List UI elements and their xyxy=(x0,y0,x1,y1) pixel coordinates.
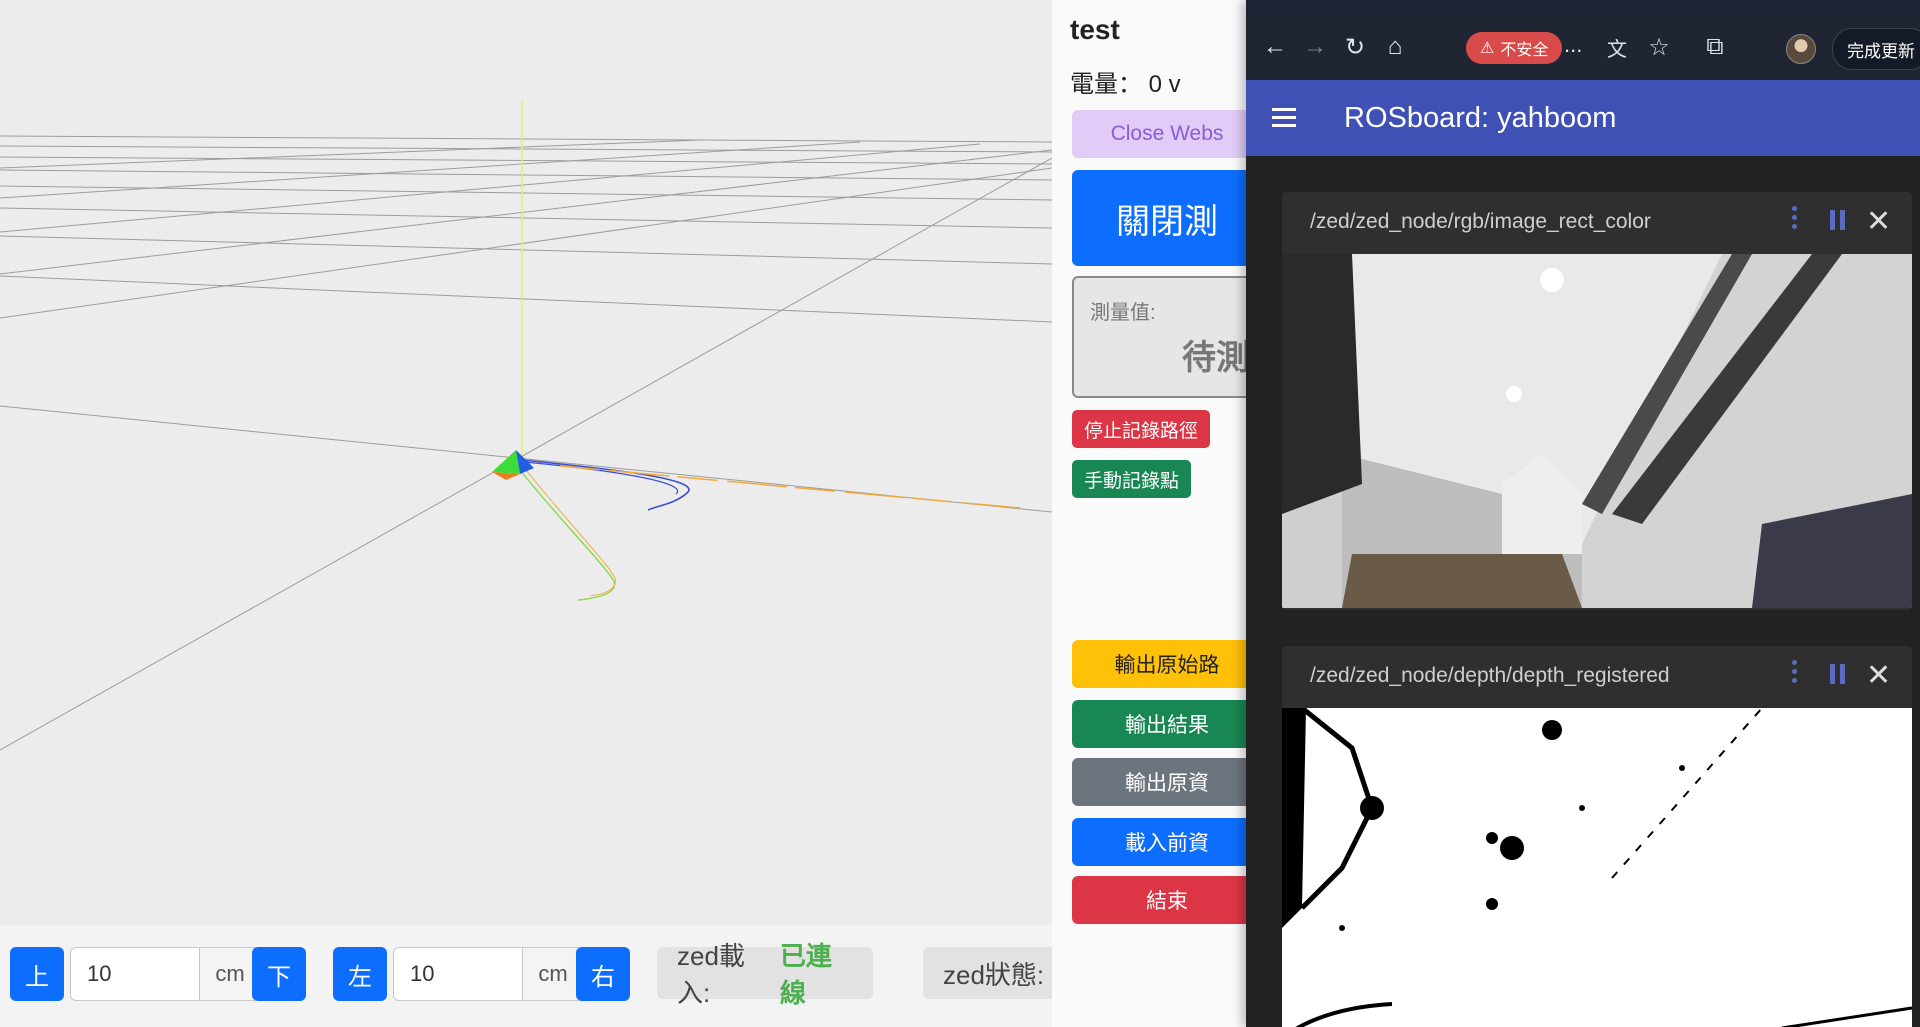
hamburger-menu-icon[interactable] xyxy=(1272,108,1296,128)
load-previous-data-button[interactable]: 載入前資 xyxy=(1072,818,1262,866)
depth-camera-image xyxy=(1282,708,1912,1027)
3d-viewport[interactable] xyxy=(0,0,1052,925)
card-menu-icon[interactable] xyxy=(1790,660,1800,686)
export-raw-path-button[interactable]: 輸出原始路 xyxy=(1072,640,1262,688)
vertical-step-unit: cm xyxy=(200,948,260,1000)
zed-load-status: zed載入: 已連線 xyxy=(657,941,873,1008)
zed-state-label: zed狀態: xyxy=(943,959,1045,990)
trajectory-orange xyxy=(559,465,1021,509)
rosboard-title: ROSboard: yahboom xyxy=(1344,102,1617,134)
export-result-button[interactable]: 輸出結果 xyxy=(1072,700,1262,748)
warning-icon: ⚠ xyxy=(1480,40,1495,57)
forward-icon[interactable]: → xyxy=(1298,30,1332,64)
extensions-icon[interactable]: ⧉ xyxy=(1698,30,1732,64)
insecure-label: 不安全 xyxy=(1500,42,1549,59)
zed-load-label: zed載入: xyxy=(677,941,745,1008)
horizontal-step-input-group: 10 cm xyxy=(393,947,584,1001)
panel-title: test xyxy=(1070,14,1120,45)
vertical-step-input[interactable]: 10 xyxy=(71,948,200,1000)
rgb-camera-image xyxy=(1282,254,1912,608)
translate-icon[interactable]: 文 xyxy=(1600,30,1634,64)
browser-window: ← → ↻ ⌂ ⚠ 不安全 ... 文 ☆ ⧉ 完成更新 ROSboard: y… xyxy=(1246,0,1920,1027)
move-left-button[interactable]: 左 xyxy=(333,947,387,1001)
close-icon[interactable]: ✕ xyxy=(1866,204,1891,239)
topic-card-rgb: /zed/zed_node/rgb/image_rect_color ✕ xyxy=(1282,192,1912,610)
update-button[interactable]: 完成更新 xyxy=(1832,28,1920,70)
insecure-site-chip[interactable]: ⚠ 不安全 xyxy=(1466,32,1563,64)
home-icon[interactable]: ⌂ xyxy=(1378,30,1412,64)
pause-icon[interactable] xyxy=(1830,664,1846,684)
close-websocket-button[interactable]: Close Webs xyxy=(1072,110,1262,158)
ground-grid xyxy=(0,135,1052,751)
pause-icon[interactable] xyxy=(1830,210,1846,230)
close-icon[interactable]: ✕ xyxy=(1866,658,1891,693)
url-more[interactable]: ... xyxy=(1564,32,1582,58)
trajectory-green xyxy=(519,469,616,601)
close-measure-button[interactable]: 關閉測 xyxy=(1072,170,1262,266)
topic-card-depth: /zed/zed_node/depth/depth_registered ✕ xyxy=(1282,646,1912,1027)
voltage-readout: 電量： 0 v xyxy=(1070,71,1181,98)
robot-marker-icon xyxy=(492,450,534,480)
move-right-button[interactable]: 右 xyxy=(576,947,630,1001)
horizontal-step-unit: cm xyxy=(523,948,583,1000)
topic-title: /zed/zed_node/depth/depth_registered xyxy=(1310,664,1670,687)
move-up-button[interactable]: 上 xyxy=(10,947,64,1001)
card-menu-icon[interactable] xyxy=(1790,206,1800,232)
topic-title: /zed/zed_node/rgb/image_rect_color xyxy=(1310,210,1651,233)
browser-tab-strip xyxy=(1246,0,1920,18)
zed-load-value: 已連線 xyxy=(779,941,832,1008)
export-raw-data-button[interactable]: 輸出原資 xyxy=(1072,758,1262,806)
measure-value: 待測 xyxy=(1182,339,1250,377)
measure-display: 測量值: 待測 xyxy=(1072,276,1266,398)
trajectory-green-2 xyxy=(525,469,616,597)
profile-avatar[interactable] xyxy=(1786,34,1816,64)
end-button[interactable]: 結束 xyxy=(1072,876,1262,924)
horizontal-step-input[interactable]: 10 xyxy=(394,948,523,1000)
bookmark-star-icon[interactable]: ☆ xyxy=(1642,30,1676,64)
control-panel: test 電量： 0 v Close Webs 關閉測 測量值: 待測 停止記錄… xyxy=(1052,0,1266,1027)
manual-record-point-button[interactable]: 手動記錄點 xyxy=(1072,460,1192,498)
vertical-step-input-group: 10 cm xyxy=(70,947,261,1001)
move-down-button[interactable]: 下 xyxy=(252,947,306,1001)
stop-record-path-button[interactable]: 停止記錄路徑 xyxy=(1072,410,1211,448)
measure-label: 測量值: xyxy=(1090,302,1156,324)
scene-canvas[interactable] xyxy=(0,0,1052,925)
back-icon[interactable]: ← xyxy=(1258,30,1292,64)
reload-icon[interactable]: ↻ xyxy=(1338,30,1372,64)
